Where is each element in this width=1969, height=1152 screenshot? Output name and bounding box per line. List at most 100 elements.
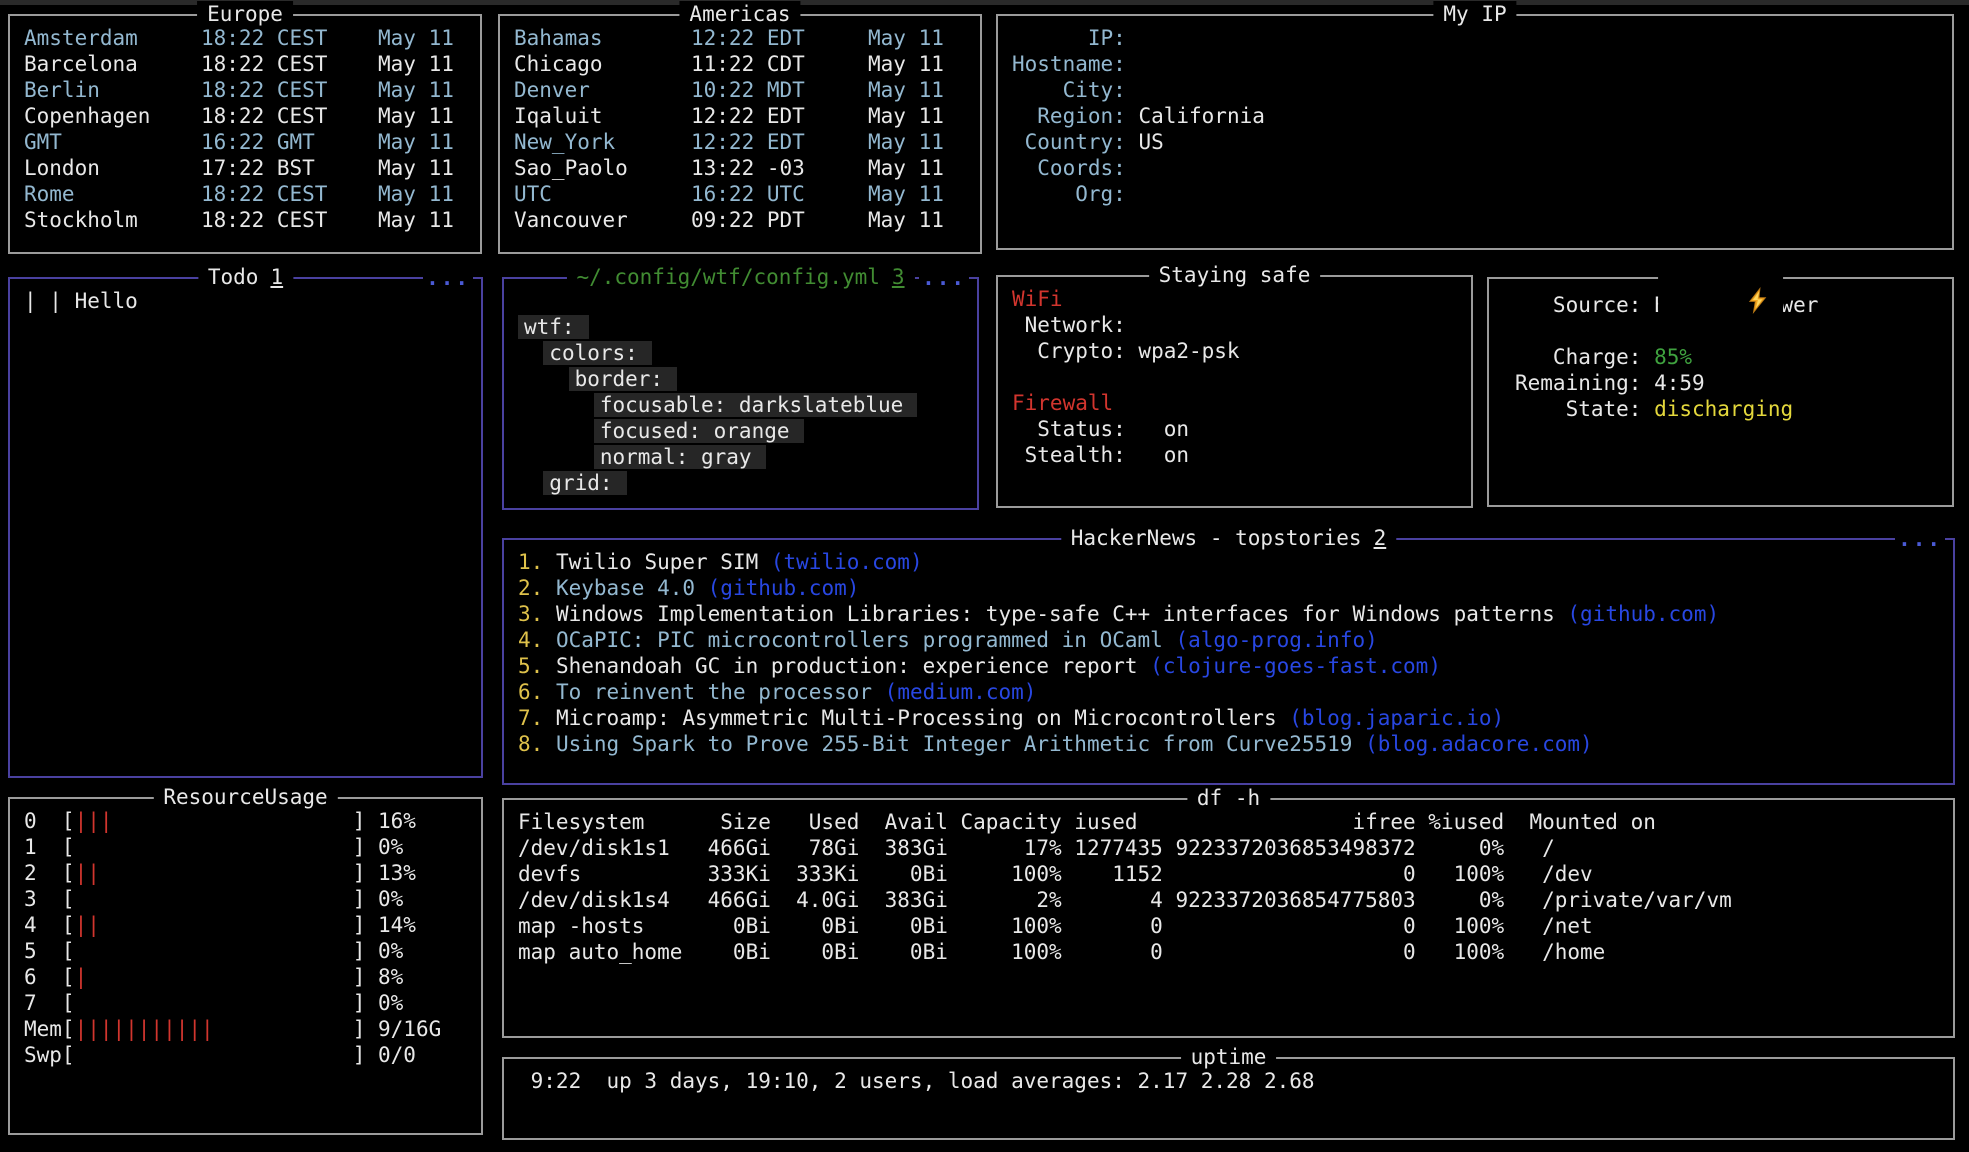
df-row: /dev/disk1s1 466Gi 78Gi 383Gi 17% 127743… <box>518 836 1555 860</box>
clock-row: New_York 12:22 EDT May 11 <box>514 130 944 154</box>
story-title: Twilio Super SIM <box>556 550 771 574</box>
ip-field-label: Coords: <box>1012 156 1138 180</box>
more-indicator: ... <box>423 267 473 289</box>
wtf-terminal-dashboard: Europe Amsterdam 18:22 CEST May 11 Barce… <box>0 0 1969 1152</box>
hackernews-story-list: 1. Twilio Super SIM (twilio.com) 2. Keyb… <box>504 540 1953 757</box>
security-line: Firewall <box>1012 391 1113 415</box>
battery-field-value: 4:59 <box>1654 371 1705 395</box>
ip-field-label: IP: <box>1012 26 1138 50</box>
yaml-line: grid: <box>543 471 626 495</box>
yaml-line: focusable: darkslateblue <box>594 393 917 417</box>
panel-title-resource-usage: ResourceUsage <box>153 784 337 810</box>
yaml-line: focused: orange <box>594 419 804 443</box>
meter-value: ] 0% <box>75 887 404 911</box>
meter-value: ] 16% <box>113 809 416 833</box>
cpu-memory-meters: 0 [||| ] 16% 1 [ ] 0% 2 [|| ] 13% 3 [ ] … <box>10 799 481 1068</box>
df-row: /dev/disk1s4 466Gi 4.0Gi 383Gi 2% 4 9223… <box>518 888 1732 912</box>
story-title: Using Spark to Prove 255-Bit Integer Ari… <box>556 732 1365 756</box>
story-rank: 1. <box>518 550 556 574</box>
df-row: devfs 333Ki 333Ki 0Bi 100% 1152 0 100% /… <box>518 862 1593 886</box>
clock-row: Sao_Paolo 13:22 -03 May 11 <box>514 156 944 180</box>
meter-label: 5 [ <box>24 939 75 963</box>
config-page-number: 3 <box>892 265 905 289</box>
meter-value: ] 0% <box>75 939 404 963</box>
meter-value: ] 0/0 <box>75 1043 416 1067</box>
panel-my-ip: My IP IP: Hostname: City: Region: Califo… <box>996 14 1954 250</box>
yaml-line: colors: <box>543 341 652 365</box>
df-row: map -hosts 0Bi 0Bi 0Bi 100% 0 0 100% /ne… <box>518 914 1593 938</box>
meter-value: ] 0% <box>75 835 404 859</box>
story-domain-link: (github.com) <box>708 576 860 600</box>
meter-label: Mem[ <box>24 1017 75 1041</box>
story-rank: 3. <box>518 602 556 626</box>
ip-field-label: Org: <box>1012 182 1138 206</box>
meter-value: ] 8% <box>87 965 403 989</box>
story-title: Windows Implementation Libraries: type-s… <box>556 602 1567 626</box>
story-title: OCaPIC: PIC microcontrollers programmed … <box>556 628 1176 652</box>
americas-clock-list: Bahamas 12:22 EDT May 11 Chicago 11:22 C… <box>500 16 980 233</box>
clock-row: Rome 18:22 CEST May 11 <box>24 182 454 206</box>
meter-bars: ||| <box>75 809 113 833</box>
lightning-bolt-icon <box>1658 261 1784 346</box>
ip-field-value: US <box>1138 130 1163 154</box>
clock-row: Denver 10:22 MDT May 11 <box>514 78 944 102</box>
story-title: Shenandoah GC in production: experience … <box>556 654 1150 678</box>
panel-config-file-viewer[interactable]: ~/.config/wtf/config.yml3 ... wtf: color… <box>502 277 979 510</box>
clock-row: Iqaluit 12:22 EDT May 11 <box>514 104 944 128</box>
clock-row: Copenhagen 18:22 CEST May 11 <box>24 104 454 128</box>
security-status-text: WiFi Network: Crypto: wpa2-psk Firewall … <box>998 277 1471 468</box>
battery-field-value: 85% <box>1654 345 1692 369</box>
more-indicator: ... <box>919 267 969 289</box>
battery-field-label: Remaining: <box>1515 371 1654 395</box>
story-domain-link: (medium.com) <box>885 680 1037 704</box>
story-domain-link: (blog.japaric.io) <box>1289 706 1504 730</box>
config-yaml-code: wtf: colors: border: focusable: darkslat… <box>504 279 977 496</box>
meter-label: 7 [ <box>24 991 75 1015</box>
security-line: Status: on <box>1012 417 1189 441</box>
story-title: To reinvent the processor <box>556 680 885 704</box>
security-line: Crypto: wpa2-psk <box>1012 339 1240 363</box>
story-rank: 7. <box>518 706 556 730</box>
clock-row: Chicago 11:22 CDT May 11 <box>514 52 944 76</box>
todo-item: | | Hello <box>24 289 138 313</box>
meter-bars: | <box>75 965 88 989</box>
security-line: Network: <box>1012 313 1126 337</box>
yaml-line: normal: gray <box>594 445 766 469</box>
security-line: WiFi <box>1012 287 1063 311</box>
df-row: map auto_home 0Bi 0Bi 0Bi 100% 0 0 100% … <box>518 940 1605 964</box>
yaml-line: border: <box>569 367 678 391</box>
my-ip-fields: IP: Hostname: City: Region: California C… <box>998 16 1952 207</box>
story-title: Microamp: Asymmetric Multi-Processing on… <box>556 706 1289 730</box>
clock-row: Berlin 18:22 CEST May 11 <box>24 78 454 102</box>
panel-clocks-americas: Americas Bahamas 12:22 EDT May 11 Chicag… <box>498 14 982 254</box>
disk-usage-table: Filesystem Size Used Avail Capacity iuse… <box>504 800 1953 965</box>
panel-todo[interactable]: Todo1 ... | | Hello <box>8 277 483 778</box>
meter-value: ] 0% <box>75 991 404 1015</box>
meter-label: 4 [ <box>24 913 75 937</box>
story-domain-link: (github.com) <box>1567 602 1719 626</box>
panel-hackernews[interactable]: HackerNews - topstories2 ... 1. Twilio S… <box>502 538 1955 785</box>
panel-title-todo: Todo1 <box>198 264 293 290</box>
europe-clock-list: Amsterdam 18:22 CEST May 11 Barcelona 18… <box>10 16 480 233</box>
meter-bars: ||||||||||| <box>75 1017 214 1041</box>
panel-title-uptime: uptime <box>1181 1044 1277 1070</box>
panel-title-europe: Europe <box>197 1 293 27</box>
ip-field-label: Region: <box>1012 104 1138 128</box>
meter-value: ] 9/16G <box>214 1017 442 1041</box>
battery-field-label: State: <box>1515 397 1654 421</box>
clock-row: UTC 16:22 UTC May 11 <box>514 182 944 206</box>
meter-label: 2 [ <box>24 861 75 885</box>
ip-field-label: Country: <box>1012 130 1138 154</box>
meter-label: 3 [ <box>24 887 75 911</box>
story-domain-link: (algo-prog.info) <box>1175 628 1377 652</box>
window-top-strip <box>0 0 1969 5</box>
clock-row: Bahamas 12:22 EDT May 11 <box>514 26 944 50</box>
panel-title-my-ip: My IP <box>1433 1 1516 27</box>
story-title: Keybase 4.0 <box>556 576 708 600</box>
story-rank: 2. <box>518 576 556 600</box>
battery-field-value: discharging <box>1654 397 1793 421</box>
panel-title-config-path: ~/.config/wtf/config.yml3 <box>566 264 914 290</box>
clock-row: Stockholm 18:22 CEST May 11 <box>24 208 454 232</box>
meter-bars: || <box>75 861 100 885</box>
story-domain-link: (clojure-goes-fast.com) <box>1150 654 1441 678</box>
